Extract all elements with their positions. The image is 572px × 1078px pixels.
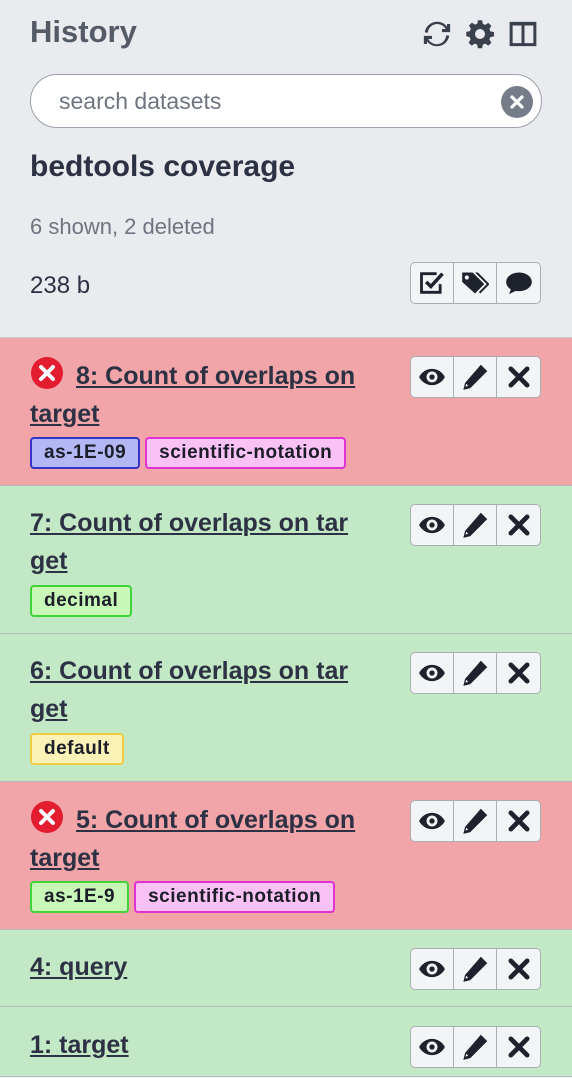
pencil-icon [461,363,489,391]
dataset-item[interactable]: 4: query [0,930,572,1007]
dataset-title-text: 1: target [30,1031,129,1059]
tag[interactable]: decimal [30,585,133,617]
eye-button[interactable] [411,653,454,693]
dataset-item[interactable]: 6: Count of overlaps on tar get default [0,634,572,782]
eye-button[interactable] [411,357,454,397]
pencil-icon [461,1033,489,1061]
pencil-icon [461,807,489,835]
eye-icon [418,807,446,835]
eye-icon [418,511,446,539]
eye-button[interactable] [411,505,454,545]
eye-icon [418,955,446,983]
eye-button[interactable] [411,949,454,989]
eye-icon [418,659,446,687]
gear-icon[interactable] [464,18,495,49]
tag[interactable]: scientific-notation [134,881,336,913]
dataset-list: 8: Count of overlaps on target as-1E-09 s… [0,338,572,1077]
dataset-actions [410,356,541,398]
tag[interactable]: as-1E-9 [30,881,130,913]
shown-deleted-count: 6 shown, 2 deleted [30,214,215,239]
dataset-title[interactable]: 4: query [30,948,390,986]
pencil-button[interactable] [454,653,497,693]
columns-icon[interactable] [507,18,538,49]
dataset-title[interactable]: 6: Count of overlaps on tar get [30,652,390,728]
delete-icon [505,955,533,983]
dataset-actions [410,504,541,546]
dataset-actions [410,652,541,694]
eye-button[interactable] [411,801,454,841]
select-items-icon [420,272,444,294]
search-box [30,74,542,128]
dataset-title[interactable]: 1: target [30,1026,390,1064]
dataset-item[interactable]: 5: Count of overlaps on target as-1E-9 sc… [0,782,572,930]
dataset-title[interactable]: 8: Count of overlaps on target [30,356,390,433]
dataset-title-text: 4: query [30,953,128,981]
delete-button[interactable] [497,357,540,397]
comment-icon [505,272,532,295]
refresh-icon[interactable] [421,18,452,49]
dataset-actions [410,800,541,842]
error-icon [30,800,64,834]
history-panel-header: History bedtools coverage 6 shown, 2 del… [0,0,572,338]
pencil-button[interactable] [454,949,497,989]
eye-icon [418,363,446,391]
panel-title: History [30,14,137,49]
select-items-button[interactable] [411,263,454,303]
clear-search-icon[interactable] [501,86,533,118]
eye-button[interactable] [411,1027,454,1067]
tags-icon [462,272,489,294]
dataset-title-text: 5: Count of overlaps on target [30,806,356,872]
history-size: 238 b [30,272,91,299]
header-icons [421,18,538,49]
history-name[interactable]: bedtools coverage [30,150,295,184]
pencil-button[interactable] [454,505,497,545]
dataset-tags: as-1E-09 scientific-notation [30,437,347,469]
pencil-button[interactable] [454,801,497,841]
pencil-button[interactable] [454,357,497,397]
delete-button[interactable] [497,653,540,693]
history-actions [410,262,541,304]
dataset-title-text: 7: Count of overlaps on tar get [30,509,349,575]
delete-icon [505,807,533,835]
pencil-button[interactable] [454,1027,497,1067]
delete-icon [505,1033,533,1061]
dataset-tags: decimal [30,585,133,617]
delete-button[interactable] [497,1027,540,1067]
error-icon [30,356,64,390]
delete-button[interactable] [497,949,540,989]
delete-button[interactable] [497,505,540,545]
dataset-actions [410,948,541,990]
pencil-icon [461,511,489,539]
dataset-title-text: 8: Count of overlaps on target [30,362,356,428]
tag[interactable]: as-1E-09 [30,437,141,469]
pencil-icon [461,659,489,687]
eye-icon [418,1033,446,1061]
tags-button[interactable] [454,263,497,303]
dataset-actions [410,1026,541,1068]
delete-icon [505,511,533,539]
pencil-icon [461,955,489,983]
dataset-tags: default [30,733,124,765]
tag[interactable]: default [30,733,124,765]
dataset-title[interactable]: 5: Count of overlaps on target [30,800,390,877]
dataset-tags: as-1E-9 scientific-notation [30,881,336,913]
search-input[interactable] [59,85,499,117]
delete-button[interactable] [497,801,540,841]
delete-icon [505,363,533,391]
delete-icon [505,659,533,687]
comment-button[interactable] [497,263,540,303]
dataset-title[interactable]: 7: Count of overlaps on tar get [30,504,390,580]
dataset-title-text: 6: Count of overlaps on tar get [30,657,349,723]
dataset-item[interactable]: 7: Count of overlaps on tar get decimal [0,486,572,634]
dataset-item[interactable]: 8: Count of overlaps on target as-1E-09 s… [0,338,572,486]
tag[interactable]: scientific-notation [145,437,347,469]
dataset-item[interactable]: 1: target [0,1007,572,1077]
